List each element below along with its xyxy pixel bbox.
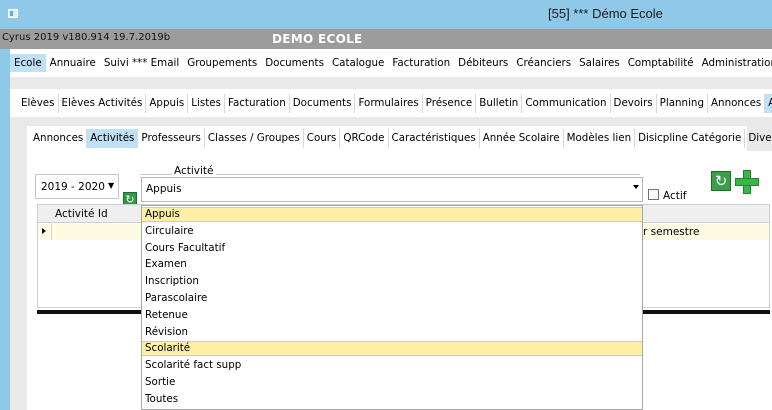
subtab-activites[interactable]: Activités (87, 129, 139, 148)
tab-facturation[interactable]: Facturation (225, 93, 290, 113)
menu-item-facturation[interactable]: Facturation (388, 54, 454, 72)
subtab-disicpline-categorie[interactable]: Disicpline Catégorie (635, 129, 746, 148)
column-header-activite-id[interactable]: Activité Id (55, 208, 108, 220)
chevron-down-icon: ▼ (108, 181, 115, 190)
tab-planning[interactable]: Planning (657, 93, 708, 113)
dropdown-option-toutes[interactable]: Toutes (142, 392, 642, 407)
window-frame-left (0, 29, 10, 410)
row-selector[interactable] (38, 224, 52, 240)
tab-eleves-activites[interactable]: Elèves Activités (59, 93, 147, 113)
app-name: DEMO ECOLE (272, 32, 363, 46)
dropdown-option-sortie[interactable]: Sortie (142, 375, 642, 390)
dropdown-option-parascolaire[interactable]: Parascolaire (142, 291, 642, 306)
refresh-button[interactable]: ↻ (711, 171, 731, 191)
year-select-value: 2019 - 2020 (41, 181, 105, 193)
chevron-down-icon (633, 185, 639, 189)
dropdown-option-revision[interactable]: Révision (142, 325, 642, 340)
actif-checkbox[interactable] (648, 189, 659, 200)
activity-dropdown-list: Appuis Circulaire Cours Facultatif Examen In… (141, 205, 643, 410)
menu-item-documents[interactable]: Documents (261, 54, 328, 72)
dropdown-option-examen[interactable]: Examen (142, 257, 642, 272)
tab-formulaires[interactable]: Formulaires (355, 93, 423, 113)
menu-item-catalogue[interactable]: Catalogue (328, 54, 388, 72)
dropdown-option-circulaire[interactable]: Circulaire (142, 224, 642, 239)
menu-item-salaires[interactable]: Salaires (575, 54, 624, 72)
actif-label: Actif (663, 190, 687, 202)
main-menu: Ecole Annuaire Suivi *** Email Groupements D… (10, 49, 772, 77)
activity-label: Activité (172, 165, 216, 177)
tab-bulletin[interactable]: Bulletin (476, 93, 523, 113)
refresh-icon: ↻ (714, 172, 728, 190)
tab-documents[interactable]: Documents (290, 93, 356, 113)
subtab-caracteristiques[interactable]: Caractéristiques (389, 129, 480, 148)
subtab-qrcode[interactable]: QRCode (340, 129, 389, 148)
menu-item-debiteurs[interactable]: Débiteurs (454, 54, 512, 72)
activity-select[interactable]: Appuis (141, 177, 643, 202)
subtab-classes-groupes[interactable]: Classes / Groupes (205, 129, 304, 148)
tab-communication[interactable]: Communication (522, 93, 611, 113)
menu-item-annuaire[interactable]: Annuaire (46, 54, 100, 72)
year-select[interactable]: 2019 - 2020 ▼ (35, 174, 119, 199)
activity-select-value: Appuis (146, 183, 182, 195)
window-title: [55] *** Démo Ecole (548, 6, 663, 21)
tab-admin[interactable]: Admin (765, 93, 772, 113)
tab-devoirs[interactable]: Devoirs (611, 93, 657, 113)
subtab-professeurs[interactable]: Professeurs (138, 129, 205, 148)
add-button[interactable] (735, 170, 759, 194)
tab-appuis[interactable]: Appuis (146, 93, 189, 113)
subtab-modeles-lien[interactable]: Modèles lien (564, 129, 636, 148)
menu-item-administration[interactable]: Administration (698, 54, 772, 72)
subtab-cours[interactable]: Cours (304, 129, 341, 148)
dropdown-option-scolarite[interactable]: Scolarité (142, 341, 642, 357)
menu-item-groupements[interactable]: Groupements (183, 54, 261, 72)
tab-presence[interactable]: Présence (423, 93, 477, 113)
admin-subnav: Annonces Activités Professeurs Classes / Gr… (27, 126, 772, 151)
row-indicator-icon (42, 228, 46, 234)
grid-cell: r semestre (643, 226, 700, 238)
menu-item-ecole[interactable]: Ecole (10, 54, 46, 72)
subtab-annonces[interactable]: Annonces (30, 129, 88, 148)
version-text: Cyrus 2019 v180.914 19.7.2019b (2, 32, 171, 43)
menu-item-comptabilite[interactable]: Comptabilité (624, 54, 698, 72)
tab-listes[interactable]: Listes (188, 93, 225, 113)
subtab-divers[interactable]: Divers (745, 129, 772, 148)
tab-eleves[interactable]: Elèves (18, 93, 59, 113)
menu-item-creanciers[interactable]: Créanciers (512, 54, 575, 72)
dropdown-option-cours-facultatif[interactable]: Cours Facultatif (142, 241, 642, 256)
section-nav: Elèves Elèves Activités Appuis Listes Factur… (10, 89, 772, 117)
info-bar: Cyrus 2019 v180.914 19.7.2019b DEMO ECOL… (0, 29, 772, 49)
subtab-annee-scolaire[interactable]: Année Scolaire (480, 129, 564, 148)
window-icon (8, 9, 18, 18)
dropdown-option-retenue[interactable]: Retenue (142, 308, 642, 323)
tab-annonces[interactable]: Annonces (708, 93, 766, 113)
dropdown-option-inscription[interactable]: Inscription (142, 274, 642, 289)
dropdown-option-scolarite-fact-supp[interactable]: Scolarité fact supp (142, 358, 642, 373)
menu-item-suivi-email[interactable]: Suivi *** Email (100, 54, 183, 72)
spacer (10, 77, 772, 89)
dropdown-option-appuis[interactable]: Appuis (142, 207, 642, 222)
